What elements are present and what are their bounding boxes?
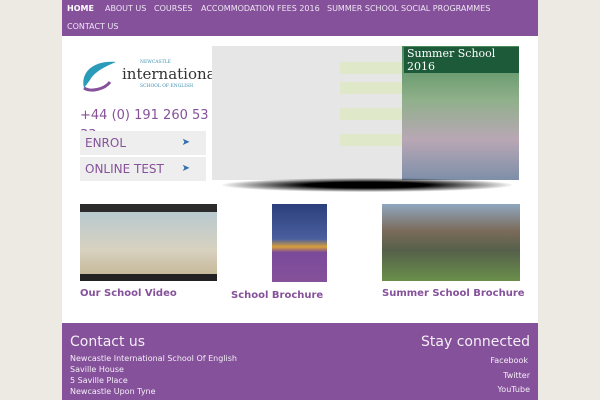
address-line: Newcastle International School Of Englis…	[70, 354, 237, 363]
banner-strip	[340, 134, 402, 146]
school-logo[interactable]: NEWCASTLE international SCHOOL OF ENGLIS…	[80, 58, 220, 92]
banner-title: Summer School 2016	[404, 47, 519, 73]
arrow-right-icon: ➤	[181, 137, 190, 148]
nav-home[interactable]: HOME	[67, 4, 94, 13]
summer-school-banner[interactable]: Summer School 2016	[212, 46, 519, 180]
main-nav: HOME ABOUT US COURSES ACCOMMODATION FEES…	[62, 0, 538, 36]
school-video-link[interactable]: Our School Video	[80, 288, 177, 299]
banner-strip	[340, 62, 402, 74]
youtube-link[interactable]: YouTube	[497, 385, 530, 394]
nav-about-us[interactable]: ABOUT US	[105, 4, 146, 13]
address-line: 5 Saville Place	[70, 376, 128, 385]
summer-brochure-thumbnail[interactable]	[382, 204, 520, 281]
nav-social-programmes[interactable]: SOCIAL PROGRAMMES	[401, 4, 490, 13]
nav-courses[interactable]: COURSES	[154, 4, 193, 13]
nav-contact-us[interactable]: CONTACT US	[67, 22, 118, 31]
address-line: Saville House	[70, 365, 124, 374]
nav-summer-school[interactable]: SUMMER SCHOOL	[327, 4, 399, 13]
social-heading: Stay connected	[421, 334, 530, 350]
logo-swoosh-icon	[83, 61, 116, 92]
facebook-link[interactable]: Facebook	[490, 356, 528, 365]
nav-fees[interactable]: FEES 2016	[277, 4, 320, 13]
summer-brochure-link[interactable]: Summer School Brochure	[382, 288, 525, 299]
footer: Contact us Newcastle International Schoo…	[62, 323, 538, 400]
arrow-right-icon: ➤	[181, 163, 190, 174]
address-line: Newcastle Upon Tyne	[70, 387, 156, 396]
nav-accommodation[interactable]: ACCOMMODATION	[201, 4, 274, 13]
banner-strip	[340, 82, 402, 94]
page: HOME ABOUT US COURSES ACCOMMODATION FEES…	[62, 0, 538, 400]
school-brochure-link[interactable]: School Brochure	[231, 290, 323, 301]
school-brochure-cover[interactable]	[272, 204, 327, 282]
contact-heading: Contact us	[70, 334, 146, 350]
school-video-thumbnail[interactable]	[80, 204, 217, 281]
banner-shadow	[222, 178, 512, 192]
online-test-button[interactable]: ONLINE TEST ➤	[80, 157, 206, 181]
banner-strip	[340, 108, 402, 120]
twitter-link[interactable]: Twitter	[503, 371, 530, 380]
enrol-button[interactable]: ENROL ➤	[80, 131, 206, 155]
